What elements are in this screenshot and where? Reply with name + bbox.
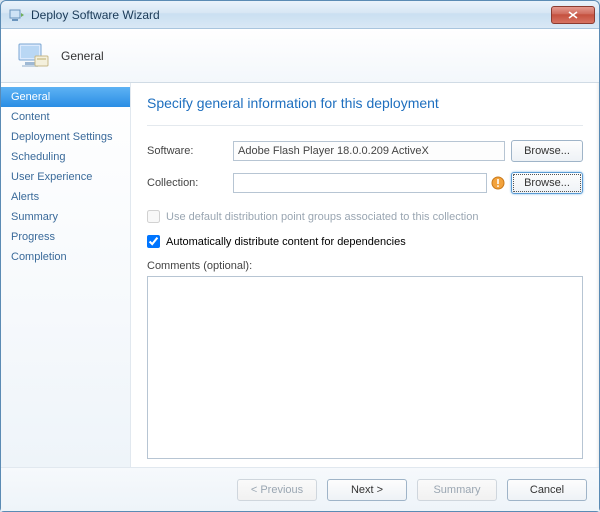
summary-button: Summary [417, 479, 497, 501]
software-label: Software: [147, 145, 233, 157]
use-default-groups-checkbox: Use default distribution point groups as… [147, 210, 583, 223]
titlebar: Deploy Software Wizard [1, 1, 599, 29]
sidebar-item-scheduling[interactable]: Scheduling [1, 147, 130, 167]
collection-label: Collection: [147, 177, 233, 189]
cancel-button[interactable]: Cancel [507, 479, 587, 501]
computer-icon [15, 38, 51, 74]
previous-button: < Previous [237, 479, 317, 501]
software-input[interactable] [233, 141, 505, 161]
auto-distribute-label: Automatically distribute content for dep… [166, 236, 406, 248]
wizard-window: Deploy Software Wizard General GeneralCo… [0, 0, 600, 512]
use-default-groups-label: Use default distribution point groups as… [166, 211, 478, 223]
collection-row: Collection: Browse... [147, 172, 583, 194]
page-heading: Specify general information for this dep… [147, 95, 583, 111]
wizard-header: General [1, 29, 599, 83]
close-button[interactable] [551, 6, 595, 24]
sidebar-item-deployment-settings[interactable]: Deployment Settings [1, 127, 130, 147]
wizard-body: GeneralContentDeployment SettingsSchedul… [1, 83, 599, 467]
warning-icon [491, 176, 505, 190]
divider [147, 125, 583, 126]
collection-input[interactable] [233, 173, 487, 193]
sidebar-item-summary[interactable]: Summary [1, 207, 130, 227]
browse-collection-button[interactable]: Browse... [511, 172, 583, 194]
sidebar-item-user-experience[interactable]: User Experience [1, 167, 130, 187]
sidebar-item-completion[interactable]: Completion [1, 247, 130, 267]
use-default-groups-input [147, 210, 160, 223]
browse-software-button[interactable]: Browse... [511, 140, 583, 162]
comments-label: Comments (optional): [147, 260, 583, 272]
sidebar-item-content[interactable]: Content [1, 107, 130, 127]
main-panel: Specify general information for this dep… [131, 83, 599, 467]
sidebar-item-alerts[interactable]: Alerts [1, 187, 130, 207]
auto-distribute-input[interactable] [147, 235, 160, 248]
header-label: General [61, 49, 104, 63]
sidebar: GeneralContentDeployment SettingsSchedul… [1, 83, 131, 467]
next-button[interactable]: Next > [327, 479, 407, 501]
window-title: Deploy Software Wizard [31, 8, 551, 22]
sidebar-item-progress[interactable]: Progress [1, 227, 130, 247]
auto-distribute-checkbox[interactable]: Automatically distribute content for dep… [147, 235, 583, 248]
comments-textarea[interactable] [147, 276, 583, 459]
software-row: Software: Browse... [147, 140, 583, 162]
app-icon [9, 7, 25, 23]
wizard-footer: < Previous Next > Summary Cancel [1, 467, 599, 511]
sidebar-item-general[interactable]: General [1, 87, 130, 107]
